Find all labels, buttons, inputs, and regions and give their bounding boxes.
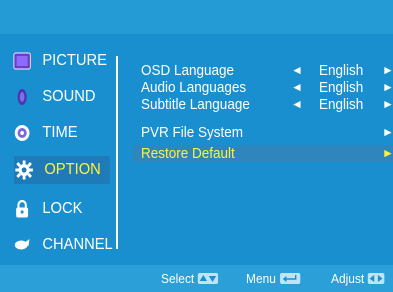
- arrow-right-icon[interactable]: ►: [382, 96, 393, 113]
- option-value: English: [319, 62, 364, 79]
- option-label: Audio Languages: [141, 79, 247, 96]
- arrow-right-icon[interactable]: ►: [382, 62, 393, 79]
- header-band: [0, 0, 393, 34]
- hint-menu-label: Menu: [246, 270, 276, 286]
- arrow-left-icon[interactable]: ◄: [291, 96, 303, 113]
- option-value: English: [319, 96, 364, 113]
- up-down-key-icon: [197, 272, 219, 284]
- menu-item-time[interactable]: TIME: [12, 119, 78, 147]
- hint-adjust-label: Adjust: [331, 270, 365, 286]
- option-gear-icon: [14, 159, 34, 181]
- picture-icon: [12, 50, 32, 72]
- menu-item-label: OPTION: [44, 161, 101, 178]
- left-right-key-icon: [367, 272, 385, 284]
- menu-return-key-icon: [279, 272, 300, 284]
- menu-item-sound[interactable]: SOUND: [12, 83, 96, 111]
- option-value: English: [319, 79, 364, 96]
- option-label: Subtitle Language: [141, 96, 250, 113]
- option-row-restore-default[interactable]: Restore Default ►: [133, 145, 393, 162]
- option-row-audio-languages[interactable]: Audio Languages ◄ English ►: [133, 79, 393, 96]
- option-label: PVR File System: [141, 124, 244, 141]
- arrow-left-icon[interactable]: ◄: [291, 79, 303, 96]
- channel-icon: [12, 234, 32, 256]
- menu-item-channel[interactable]: CHANNEL: [12, 231, 113, 259]
- menu-item-option[interactable]: OPTION: [14, 156, 110, 184]
- arrow-right-icon[interactable]: ►: [382, 79, 393, 96]
- menu-item-label: CHANNEL: [42, 236, 113, 253]
- option-label: OSD Language: [141, 62, 235, 79]
- arrow-right-icon[interactable]: ►: [382, 145, 393, 162]
- lock-icon: [12, 198, 32, 220]
- menu-divider: [116, 56, 118, 249]
- menu-item-label: LOCK: [42, 200, 83, 217]
- menu-item-label: SOUND: [42, 88, 96, 105]
- menu-item-label: TIME: [42, 124, 78, 141]
- time-icon: [12, 122, 32, 144]
- sound-icon: [12, 86, 32, 108]
- hint-menu: Menu: [246, 270, 300, 286]
- option-row-pvr-file-system[interactable]: PVR File System ►: [133, 124, 393, 141]
- option-label: Restore Default: [141, 145, 235, 162]
- hint-adjust: Adjust: [331, 270, 385, 286]
- option-row-subtitle-language[interactable]: Subtitle Language ◄ English ►: [133, 96, 393, 113]
- hint-select-label: Select: [161, 270, 195, 286]
- menu-item-label: PICTURE: [42, 52, 107, 69]
- arrow-left-icon[interactable]: ◄: [291, 62, 303, 79]
- option-row-osd-language[interactable]: OSD Language ◄ English ►: [133, 62, 393, 79]
- arrow-right-icon[interactable]: ►: [382, 124, 393, 141]
- menu-item-picture[interactable]: PICTURE: [12, 47, 107, 75]
- menu-item-lock[interactable]: LOCK: [12, 195, 82, 223]
- hint-select: Select: [161, 270, 219, 286]
